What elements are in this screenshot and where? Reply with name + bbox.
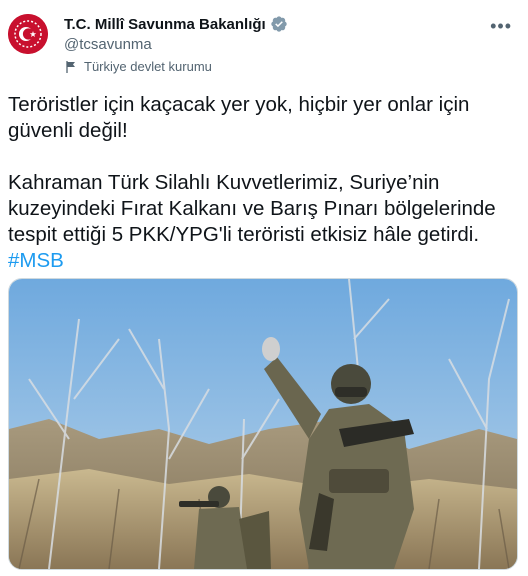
tweet-paragraph-2: Kahraman Türk Silahlı Kuvvetlerimiz, Sur… xyxy=(8,171,496,246)
display-name[interactable]: T.C. Millî Savunma Bakanlığı xyxy=(64,16,266,33)
tweet-card[interactable]: T.C. Millî Savunma Bakanlığı @tcsavunma … xyxy=(0,0,528,576)
tweet-photo[interactable] xyxy=(8,278,518,570)
tweet-paragraph-1: Teröristler için kaçacak yer yok, hiçbir… xyxy=(8,93,470,142)
tweet-header: T.C. Millî Savunma Bakanlığı @tcsavunma … xyxy=(8,10,520,80)
verified-badge-icon xyxy=(271,16,287,32)
handle[interactable]: @tcsavunma xyxy=(64,36,288,53)
tweet-text: Teröristler için kaçacak yer yok, hiçbir… xyxy=(8,92,520,274)
more-icon[interactable]: ••• xyxy=(490,16,512,37)
government-label-text: Türkiye devlet kurumu xyxy=(84,59,212,74)
flag-icon xyxy=(66,60,75,73)
hashtag-link[interactable]: #MSB xyxy=(8,249,64,272)
avatar[interactable] xyxy=(8,14,48,54)
soldiers-photo xyxy=(9,279,517,569)
government-label: Türkiye devlet kurumu xyxy=(64,59,288,74)
emblem-icon xyxy=(8,14,48,54)
